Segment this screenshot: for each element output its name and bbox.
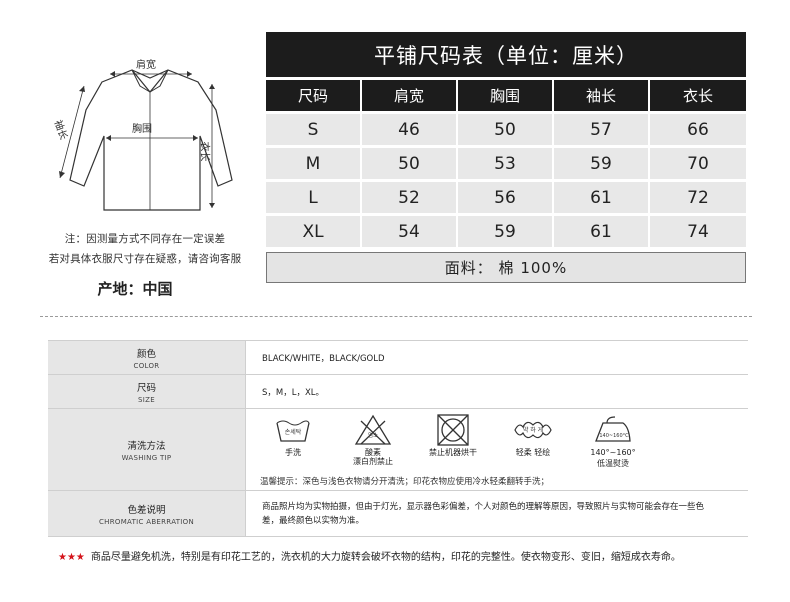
table-cell: 54: [362, 216, 456, 247]
chromatic-value: 商品照片均为实物拍摄，但由于灯光，显示器色彩偏差，个人对颜色的理解等原因，导致照…: [262, 501, 705, 526]
iron-text: 140~160°C: [599, 433, 629, 439]
table-row: L 52 56 61 72: [266, 182, 746, 213]
table-cell: 57: [554, 114, 648, 145]
low-iron-icon: 140~160°C: [595, 415, 631, 442]
care-warning: ★★★ 商品尽量避免机洗，特别是有印花工艺的，洗衣机的大力旋转会破坏衣物的结构，印…: [58, 548, 778, 563]
hand-wash-icon: 손세탁: [276, 420, 310, 442]
table-row: S 46 50 57 66: [266, 114, 746, 145]
no-bleach-icon: 염소: [354, 414, 392, 445]
header-cell: 肩宽: [362, 80, 456, 111]
table-row: XL 54 59 61 74: [266, 216, 746, 247]
table-cell: 52: [362, 182, 456, 213]
label-en: COLOR: [133, 361, 160, 370]
wash-caption: 低温熨烫: [597, 458, 629, 468]
table-cell: L: [266, 182, 360, 213]
info-row-color: 颜色 COLOR BLACK/WHITE，BLACK/GOLD: [48, 341, 748, 375]
star-icon: ★★★: [58, 552, 85, 563]
triangle-text: 염소: [368, 431, 378, 439]
label-zh: 色差说明: [127, 504, 166, 516]
table-cell: 56: [458, 182, 552, 213]
info-label: 色差说明 CHROMATIC ABERRATION: [48, 491, 246, 536]
info-label: 颜色 COLOR: [48, 341, 246, 374]
table-cell: 66: [650, 114, 746, 145]
size-table: 平铺尺码表（单位：厘米） 尺码 肩宽 胸围 袖长 衣长 S 46 50 57 6…: [266, 32, 746, 283]
table-cell: S: [266, 114, 360, 145]
tub-text: 손세탁: [285, 428, 302, 436]
label-zh: 清洗方法: [127, 440, 166, 452]
label-en: CHROMATIC ABERRATION: [98, 517, 195, 526]
twist-text: 약 하 게: [523, 426, 543, 434]
washing-icons: 손세탁 手洗 염소 酸素 漂白剂禁止 禁止机器烘干 약 하 게 轻柔 轻绘 14…: [260, 413, 646, 469]
wash-symbol: 손세탁 手洗: [260, 413, 326, 458]
table-cell: 50: [458, 114, 552, 145]
care-warning-text: 商品尽量避免机洗，特别是有印花工艺的，洗衣机的大力旋转会破坏衣物的结构，印花的完…: [90, 552, 681, 563]
color-value: BLACK/WHITE，BLACK/GOLD: [262, 353, 385, 364]
label-zh: 尺码: [136, 382, 156, 394]
info-label: 尺码 SIZE: [48, 375, 246, 408]
size-value: S，M，L，XL。: [262, 387, 325, 398]
shirt-diagram: 肩宽 胸围 袖长 衣长: [40, 40, 250, 220]
consult-note: 若对具体衣服尺寸存在疑惑，请咨询客服: [48, 253, 242, 265]
gentle-wring-icon: 약 하 게: [514, 421, 552, 438]
table-cell: 61: [554, 216, 648, 247]
label-en: WASHING TIP: [121, 453, 172, 462]
table-cell: 59: [554, 148, 648, 179]
header-cell: 胸围: [458, 80, 552, 111]
chest-label: 胸围: [132, 124, 152, 135]
table-cell: 59: [458, 216, 552, 247]
length-label: 衣长: [198, 141, 210, 162]
wash-caption: 禁止机器烘干: [429, 447, 477, 457]
measurement-note: 注：因测量方式不同存在一定误差: [64, 233, 226, 245]
size-table-title: 平铺尺码表（单位：厘米）: [266, 32, 746, 77]
table-cell: 50: [362, 148, 456, 179]
wash-caption: 手洗: [285, 447, 301, 457]
table-cell: M: [266, 148, 360, 179]
info-row-chromatic: 色差说明 CHROMATIC ABERRATION 商品照片均为实物拍摄，但由于…: [48, 491, 748, 537]
wash-symbol: 염소 酸素 漂白剂禁止: [340, 413, 406, 466]
product-info-table: 颜色 COLOR BLACK/WHITE，BLACK/GOLD 尺码 SIZE …: [48, 340, 748, 537]
iron-temp: 140°~160°: [590, 447, 636, 457]
fabric-label: 面料： 棉 100%: [266, 252, 746, 283]
table-cell: 61: [554, 182, 648, 213]
header-cell: 衣长: [650, 80, 746, 111]
table-cell: 46: [362, 114, 456, 145]
table-row: M 50 53 59 70: [266, 148, 746, 179]
no-tumble-dry-icon: [437, 413, 469, 446]
table-cell: XL: [266, 216, 360, 247]
washing-value: 손세탁 手洗 염소 酸素 漂白剂禁止 禁止机器烘干 약 하 게 轻柔 轻绘 14…: [246, 409, 748, 490]
table-cell: 74: [650, 216, 746, 247]
wash-caption: 酸素 漂白剂禁止: [353, 447, 393, 466]
info-row-size: 尺码 SIZE S，M，L，XL。: [48, 375, 748, 409]
table-cell: 53: [458, 148, 552, 179]
wash-caption: 轻柔 轻绘: [515, 447, 551, 457]
wash-symbol: 禁止机器烘干: [420, 413, 486, 458]
dashed-divider: [40, 316, 752, 318]
wash-symbol: 140~160°C 140°~160° 低温熨烫: [580, 413, 646, 469]
info-row-washing: 清洗方法 WASHING TIP 손세탁 手洗 염소 酸素 漂白剂禁止 禁止机器…: [48, 409, 748, 491]
size-table-header: 尺码 肩宽 胸围 袖长 衣长: [266, 80, 746, 111]
header-cell: 袖长: [554, 80, 648, 111]
table-cell: 70: [650, 148, 746, 179]
wash-symbol: 약 하 게 轻柔 轻绘: [500, 413, 566, 458]
label-en: SIZE: [138, 395, 155, 404]
label-zh: 颜色: [136, 348, 156, 360]
table-cell: 72: [650, 182, 746, 213]
header-cell: 尺码: [266, 80, 360, 111]
shoulder-label: 肩宽: [136, 60, 156, 71]
info-label: 清洗方法 WASHING TIP: [48, 409, 246, 490]
washing-tip: 温馨提示：深色与浅色衣物请分开清洗；印花衣物应使用冷水轻柔翻转手洗；: [260, 476, 550, 487]
origin-label: 产地：中国: [97, 280, 173, 298]
